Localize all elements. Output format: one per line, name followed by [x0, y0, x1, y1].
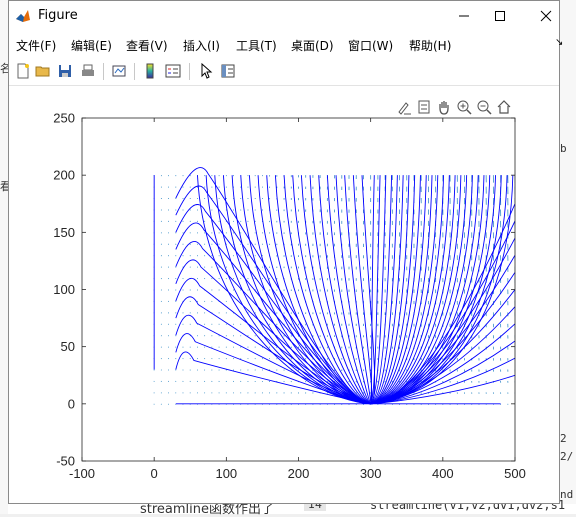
x-tick-label: 100 — [215, 466, 237, 481]
x-tick-label: 200 — [288, 466, 310, 481]
streamline-plot: -1000100200300400500-50050100150200250 — [0, 0, 576, 504]
y-tick-label: 50 — [61, 339, 75, 354]
y-tick-label: 150 — [53, 225, 75, 240]
background-bottom-strip: streamline函数作出了 14 streamline(v1,v2,dv1,… — [8, 504, 576, 514]
y-tick-label: 0 — [68, 396, 75, 411]
y-tick-label: 200 — [53, 168, 75, 183]
y-tick-label: -50 — [56, 454, 75, 469]
x-tick-label: 500 — [504, 466, 526, 481]
y-tick-label: 250 — [53, 111, 75, 126]
y-tick-label: 100 — [53, 282, 75, 297]
x-tick-label: 300 — [360, 466, 382, 481]
x-tick-label: 0 — [151, 466, 158, 481]
x-tick-label: 400 — [432, 466, 454, 481]
